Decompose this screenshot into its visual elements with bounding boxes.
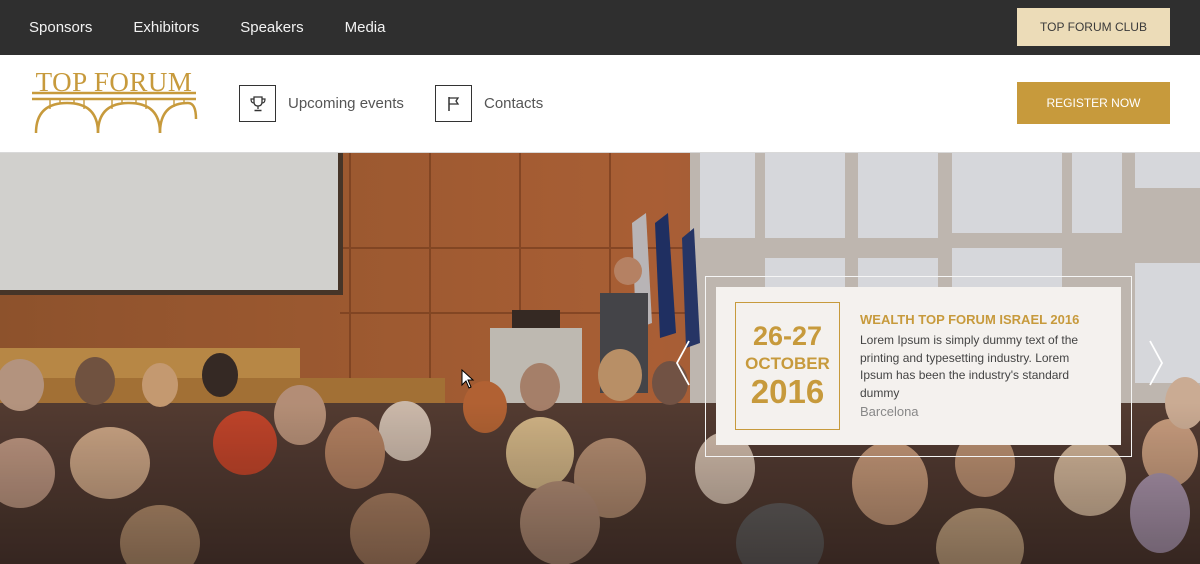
flag-icon: [435, 85, 472, 122]
event-year: 2016: [750, 373, 825, 410]
logo[interactable]: TOP FORUM: [30, 67, 198, 135]
top-forum-club-button[interactable]: TOP FORUM CLUB: [1017, 8, 1170, 46]
event-card[interactable]: 26-27 OCTOBER 2016 WEALTH TOP FORUM ISRA…: [716, 287, 1121, 445]
top-bar: Sponsors Exhibitors Speakers Media TOP F…: [0, 0, 1200, 55]
top-nav-media[interactable]: Media: [345, 19, 386, 36]
event-location: Barcelona: [860, 404, 919, 419]
register-now-button[interactable]: REGISTER NOW: [1017, 82, 1170, 124]
trophy-icon: [239, 85, 276, 122]
top-nav-exhibitors[interactable]: Exhibitors: [133, 19, 199, 36]
bridge-logo-icon: [32, 91, 198, 134]
nav-contacts[interactable]: Contacts: [435, 85, 543, 122]
event-date-box: 26-27 OCTOBER 2016: [735, 302, 840, 430]
event-description: Lorem Ipsum is simply dummy text of the …: [860, 333, 1079, 400]
main-header: TOP FORUM Upcoming events Contacts REGIS…: [0, 55, 1200, 153]
event-days: 26-27: [752, 321, 823, 351]
chevron-right-icon[interactable]: [1146, 337, 1166, 389]
chevron-left-icon[interactable]: [673, 337, 693, 389]
event-month: OCTOBER: [745, 354, 830, 373]
nav-contacts-label: Contacts: [484, 95, 544, 112]
nav-upcoming-events-label: Upcoming events: [288, 95, 404, 112]
top-nav-speakers[interactable]: Speakers: [240, 19, 303, 36]
top-nav: Sponsors Exhibitors Speakers Media: [29, 0, 426, 55]
mouse-cursor-icon: [461, 369, 475, 389]
top-nav-sponsors[interactable]: Sponsors: [29, 19, 92, 36]
event-title[interactable]: WEALTH TOP FORUM ISRAEL 2016: [860, 312, 1079, 327]
nav-upcoming-events[interactable]: Upcoming events: [239, 85, 404, 122]
